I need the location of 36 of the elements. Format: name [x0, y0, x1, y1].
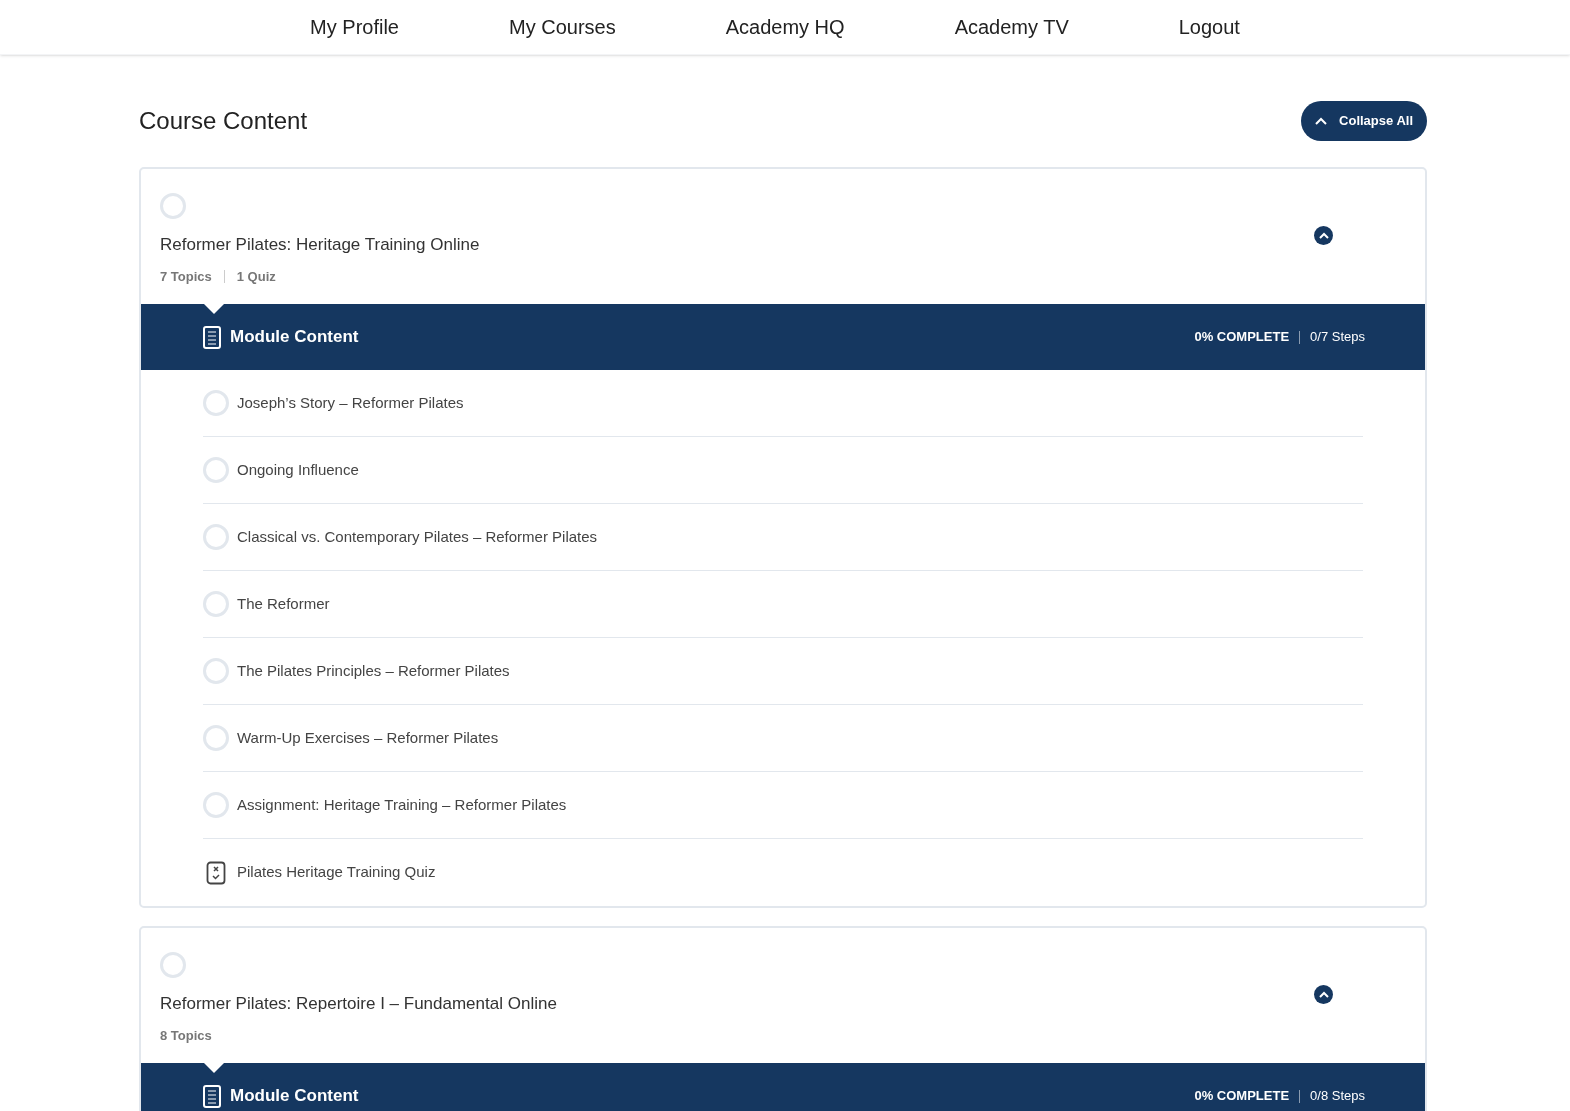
document-icon [203, 325, 221, 349]
steps-text: 0/7 Steps [1310, 328, 1365, 347]
progress-text: 0% COMPLETE [1194, 328, 1290, 347]
module-title: Module Content [230, 1085, 359, 1108]
chevron-icon [1318, 991, 1329, 998]
nav-link[interactable]: My Courses [509, 12, 616, 42]
nav-link[interactable]: Logout [1178, 12, 1240, 42]
pointer-notch [203, 1062, 225, 1073]
page-heading: Course Content [139, 106, 308, 136]
topic-link[interactable]: The Reformer [237, 592, 330, 616]
module-title: Module Content [230, 326, 359, 349]
quiz-icon [206, 860, 226, 885]
topic-link[interactable]: Assignment: Heritage Training – Reformer Pilates [237, 793, 567, 817]
topic-link[interactable]: Classical vs. Contemporary Pilates – Reformer Pilates [237, 525, 598, 549]
nav-link[interactable]: Academy TV [954, 12, 1069, 42]
document-icon [203, 1084, 221, 1108]
collapse-all-button[interactable]: Collapse All [1301, 101, 1427, 141]
topic-link[interactable]: Pilates Heritage Training Quiz [237, 861, 436, 884]
nav-link[interactable]: My Profile [310, 12, 399, 42]
chevron-icon [1318, 232, 1329, 239]
chevron-up-icon [1315, 117, 1328, 125]
topic-link[interactable]: Warm-Up Exercises – Reformer Pilates [237, 726, 499, 750]
topic-link[interactable]: The Pilates Principles – Reformer Pilates [237, 659, 510, 683]
pointer-notch [203, 303, 225, 314]
progress-text: 0% COMPLETE [1194, 1087, 1290, 1106]
topic-link[interactable]: Ongoing Influence [237, 458, 359, 482]
expand-toggle[interactable] [1314, 226, 1333, 245]
nav-link[interactable]: Academy HQ [725, 12, 845, 42]
lesson-count: 1 Quiz [236, 267, 276, 286]
lesson-title[interactable]: Reformer Pilates: Repertoire I – Fundamental Online [160, 991, 1406, 1017]
lesson-title[interactable]: Reformer Pilates: Heritage Training Online [160, 232, 1406, 258]
lesson-count: 8 Topics [160, 1026, 212, 1045]
topic-link[interactable]: Joseph’s Story – Reformer Pilates [237, 391, 464, 415]
lesson-count: 7 Topics [160, 267, 212, 286]
expand-toggle[interactable] [1314, 985, 1333, 1004]
steps-text: 0/8 Steps [1310, 1087, 1365, 1106]
